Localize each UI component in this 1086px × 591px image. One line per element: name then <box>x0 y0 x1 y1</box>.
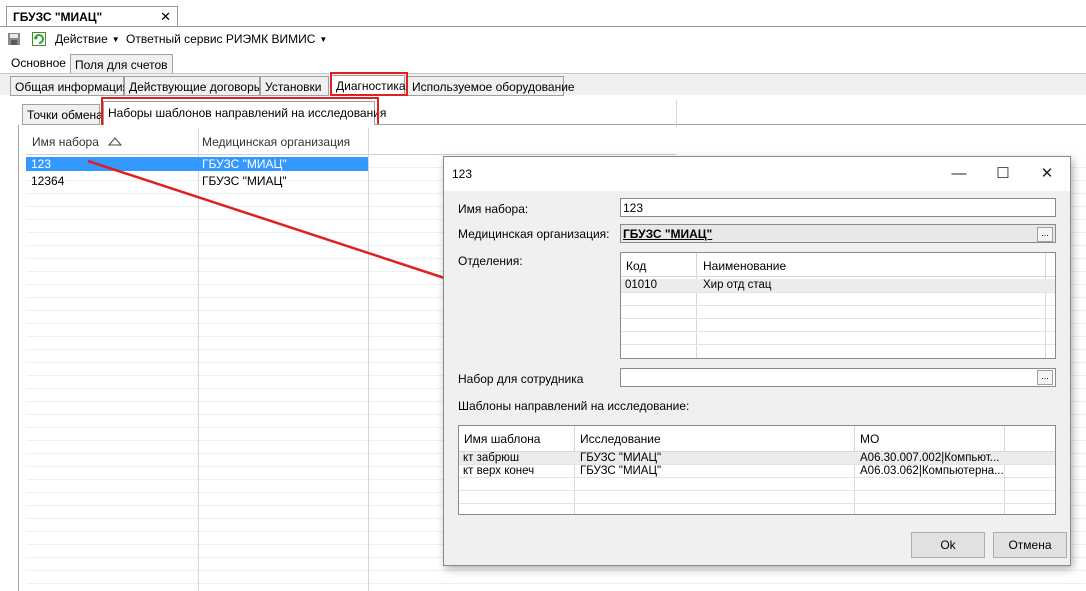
templates-grid: Имя шаблона Исследование МО кт забрюш ГБ… <box>458 425 1056 515</box>
cell-dept-name: Хир отд стац <box>703 279 772 291</box>
cell-template-name: кт забрюш <box>463 452 520 464</box>
table-row[interactable]: кт верх конеч ГБУЗС "МИАЦ" А06.03.062|Ко… <box>459 465 1055 478</box>
org-select-button[interactable]: ... <box>1037 227 1053 242</box>
cancel-button[interactable]: Отмена <box>993 532 1067 558</box>
dialog-title: 123 <box>452 167 473 181</box>
org-label: Медицинская организация: <box>458 227 610 241</box>
empty-row <box>459 491 1055 504</box>
employee-input[interactable] <box>620 368 1056 387</box>
cell-mo: А06.30.007.002|Компьют... <box>860 452 1000 464</box>
departments-label: Отделения: <box>458 254 523 268</box>
cell-mo: А06.03.062|Компьютерна... <box>860 465 1004 477</box>
column-header-dept-name[interactable]: Наименование <box>703 259 786 273</box>
empty-row <box>621 306 1055 319</box>
empty-row <box>621 293 1055 306</box>
org-value: ГБУЗС "МИАЦ" <box>623 227 713 241</box>
cell-study: ГБУЗС "МИАЦ" <box>580 452 662 464</box>
employee-label: Набор для сотрудника <box>458 372 584 386</box>
employee-select-button[interactable]: ... <box>1037 370 1053 385</box>
empty-row <box>621 332 1055 345</box>
maximize-icon[interactable]: ☐ <box>993 164 1013 184</box>
column-header-study[interactable]: Исследование <box>580 432 661 446</box>
ok-button[interactable]: Ok <box>911 532 985 558</box>
templates-label: Шаблоны направлений на исследование: <box>458 399 690 413</box>
set-name-input[interactable]: 123 <box>620 198 1056 217</box>
departments-header: Код Наименование <box>621 253 1055 277</box>
column-header-code[interactable]: Код <box>626 259 646 273</box>
column-header-template-name[interactable]: Имя шаблона <box>464 432 540 446</box>
edit-dialog: 123 — ☐ ✕ Имя набора: 123 Медицинская ор… <box>443 156 1071 566</box>
column-header-mo[interactable]: МО <box>860 432 879 446</box>
table-row[interactable]: кт забрюш ГБУЗС "МИАЦ" А06.30.007.002|Ко… <box>459 452 1055 465</box>
cell-template-name: кт верх конеч <box>463 465 535 477</box>
set-name-label: Имя набора: <box>458 202 529 216</box>
dialog-titlebar: 123 — ☐ ✕ <box>444 157 1070 191</box>
close-icon[interactable]: ✕ <box>1037 164 1057 184</box>
table-row[interactable]: 01010 Хир отд стац <box>621 279 1055 293</box>
minimize-icon[interactable]: — <box>949 164 969 184</box>
cell-study: ГБУЗС "МИАЦ" <box>580 465 662 477</box>
cell-code: 01010 <box>625 279 657 291</box>
empty-row <box>621 319 1055 332</box>
org-field[interactable]: ГБУЗС "МИАЦ" <box>620 224 1056 243</box>
departments-grid: Код Наименование 01010 Хир отд стац <box>620 252 1056 359</box>
empty-row <box>459 478 1055 491</box>
templates-header: Имя шаблона Исследование МО <box>459 426 1055 452</box>
